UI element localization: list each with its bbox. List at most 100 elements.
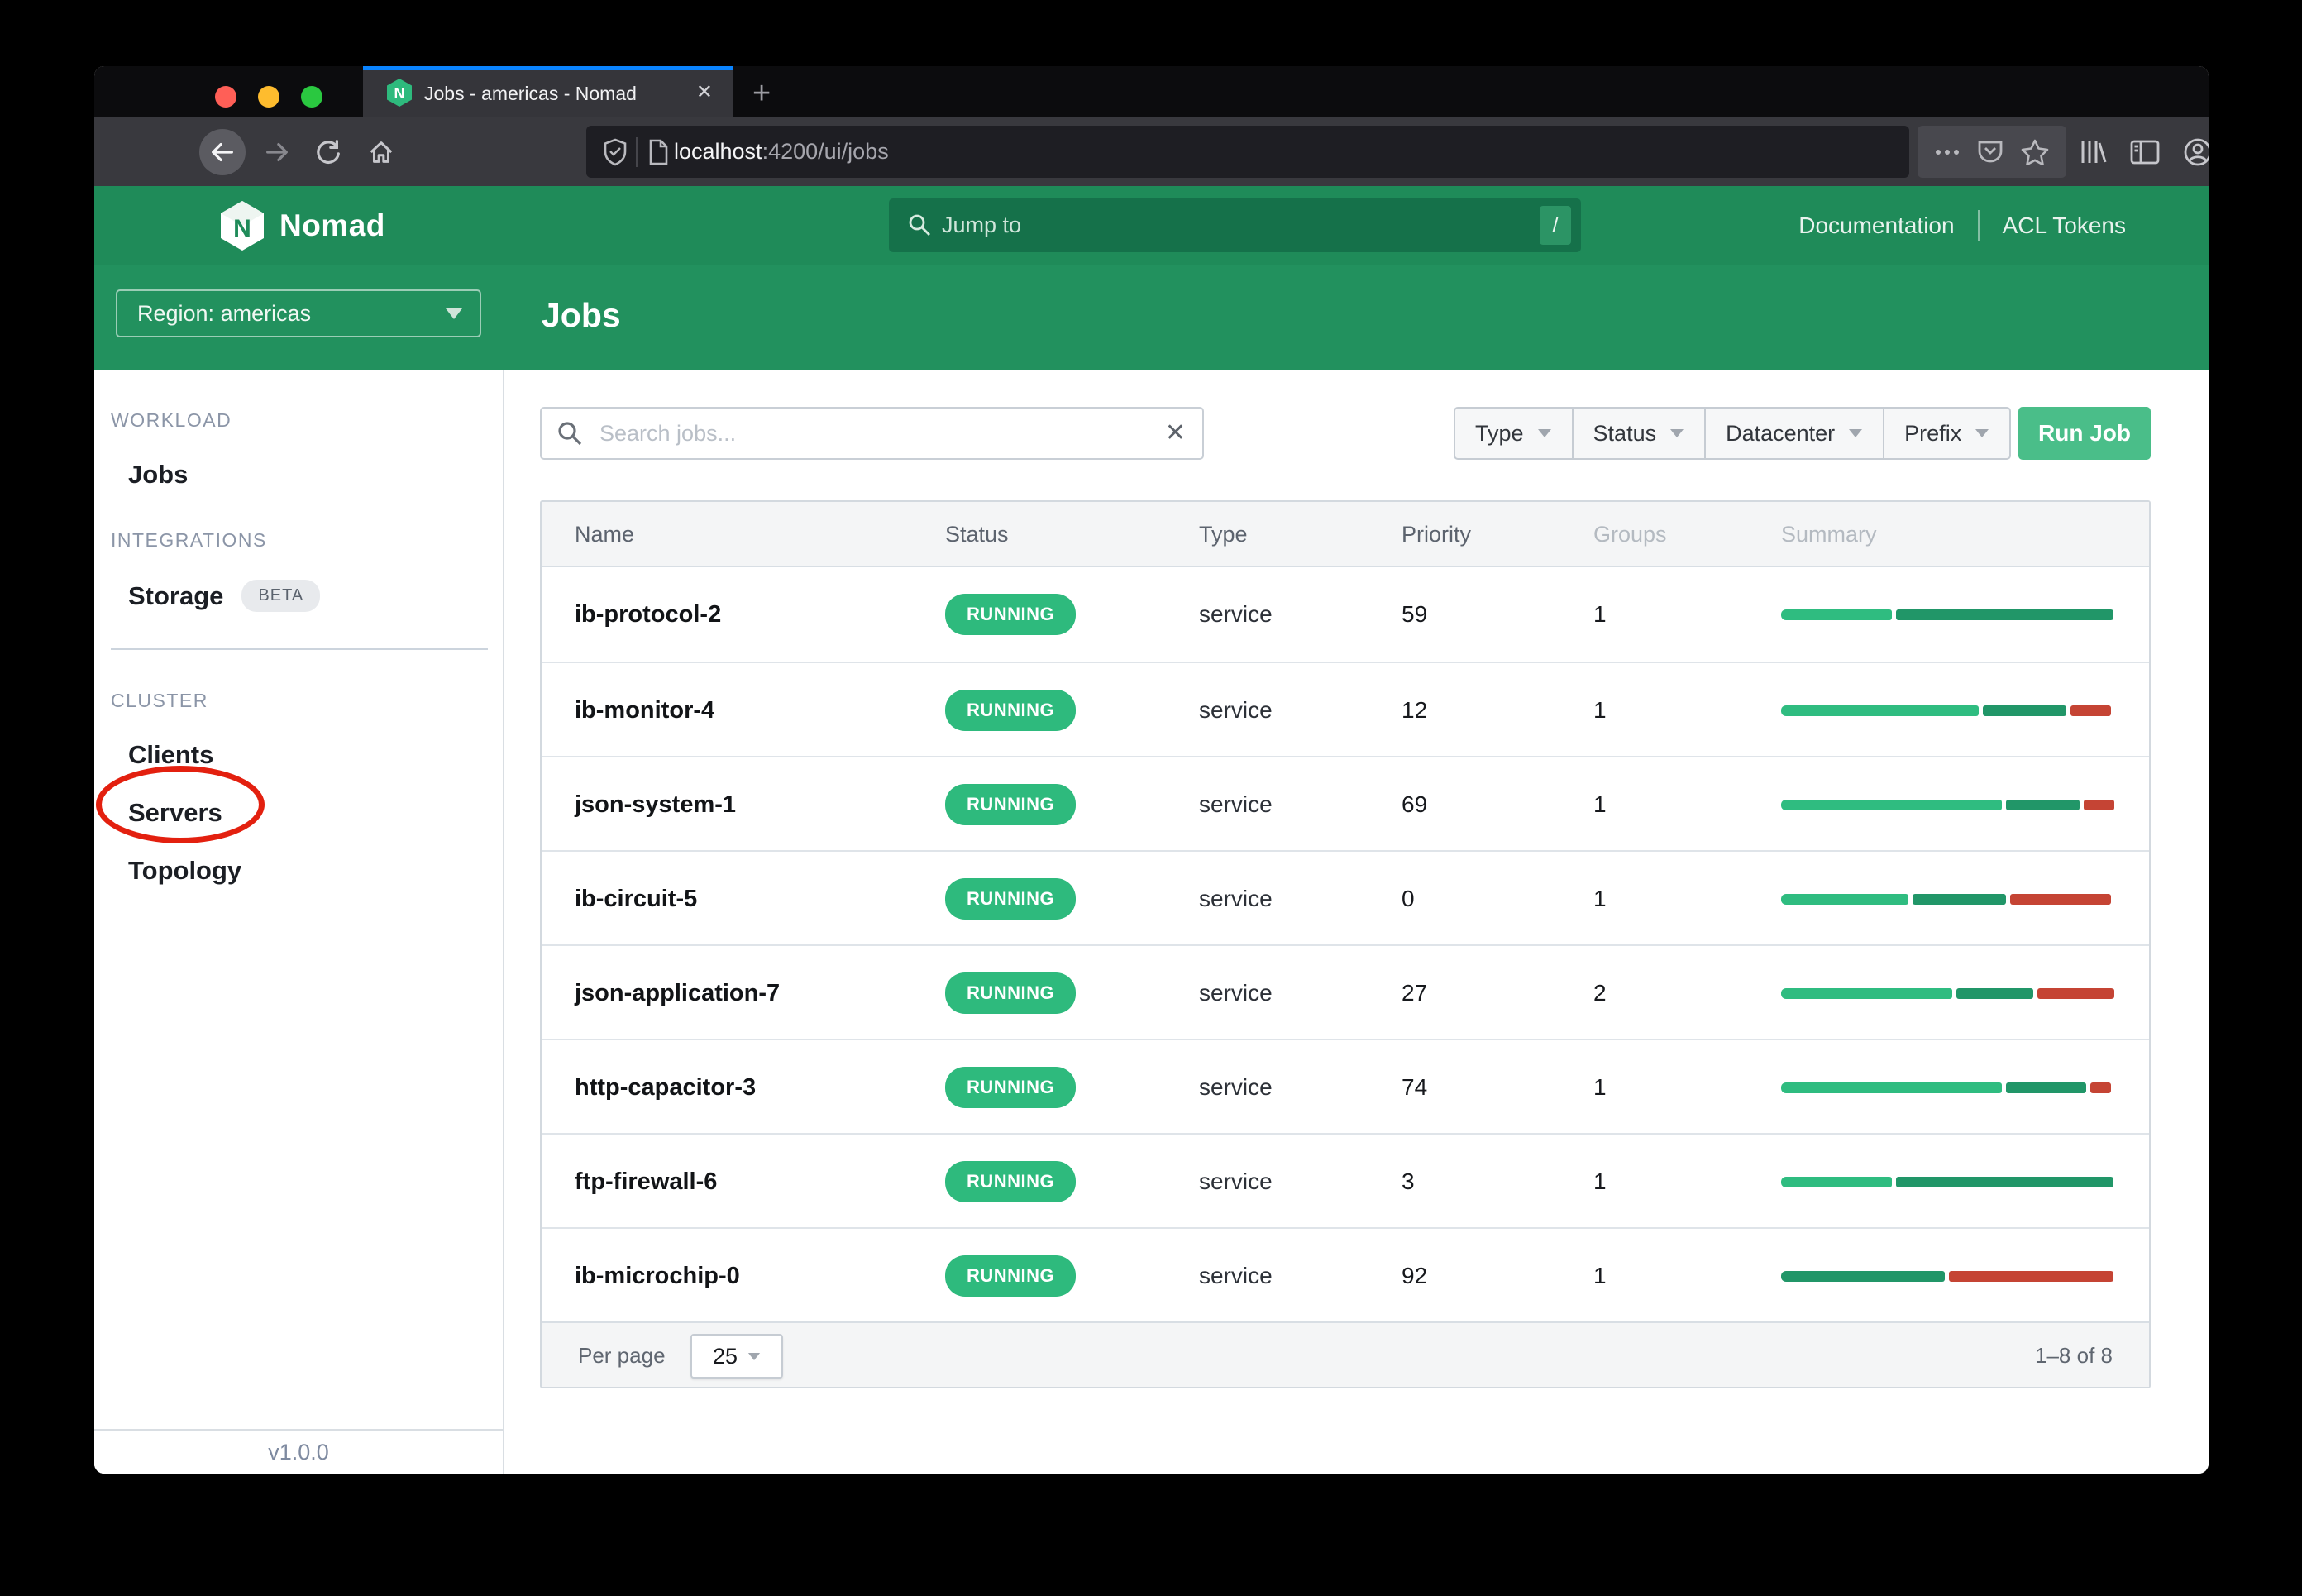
status-badge: RUNNING (945, 1161, 1076, 1202)
job-priority: 69 (1402, 757, 1427, 852)
sidebar-heading-integrations: INTEGRATIONS (111, 529, 503, 552)
job-priority: 12 (1402, 663, 1427, 757)
job-groups: 1 (1593, 852, 1607, 946)
filter-status[interactable]: Status (1574, 407, 1707, 460)
job-groups: 2 (1593, 946, 1607, 1040)
pagination-range: 1–8 of 8 (2035, 1323, 2113, 1388)
filter-type[interactable]: Type (1454, 407, 1574, 460)
job-name[interactable]: ib-microchip-0 (575, 1229, 740, 1323)
table-row[interactable]: ib-microchip-0 RUNNING service 92 1 (542, 1227, 2149, 1321)
chevron-down-icon (747, 1351, 761, 1362)
browser-window: N Jobs - americas - Nomad ✕ + (94, 66, 2209, 1474)
summary-bar (1781, 988, 2116, 999)
column-header-status[interactable]: Status (945, 502, 1009, 567)
header-links: Documentation ACL Tokens (1798, 186, 2126, 265)
filter-datacenter[interactable]: Datacenter (1706, 407, 1884, 460)
job-name[interactable]: http-capacitor-3 (575, 1040, 756, 1135)
browser-tab[interactable]: N Jobs - americas - Nomad ✕ (363, 66, 733, 117)
job-priority: 3 (1402, 1135, 1415, 1229)
table-header: Name Status Type Priority Groups Summary (542, 502, 2149, 567)
close-window-button[interactable] (215, 86, 236, 108)
table-row[interactable]: http-capacitor-3 RUNNING service 74 1 (542, 1039, 2149, 1133)
sidebar-toggle-icon[interactable] (2130, 139, 2160, 165)
job-name[interactable]: json-application-7 (575, 946, 780, 1040)
sidebar-item-clients[interactable]: Clients (128, 740, 503, 770)
sidebar-item-storage[interactable]: StorageBETA (128, 580, 503, 612)
status-badge: RUNNING (945, 972, 1076, 1014)
column-header-type[interactable]: Type (1199, 502, 1248, 567)
job-name[interactable]: ib-circuit-5 (575, 852, 697, 946)
job-type: service (1199, 663, 1273, 757)
nomad-brand[interactable]: N Nomad (218, 199, 385, 252)
job-priority: 74 (1402, 1040, 1427, 1135)
version-label: v1.0.0 (94, 1429, 503, 1474)
summary-bar (1781, 894, 2116, 905)
filter-prefix[interactable]: Prefix (1884, 407, 2011, 460)
per-page-select[interactable]: 25 (690, 1334, 783, 1379)
job-type: service (1199, 757, 1273, 852)
minimize-window-button[interactable] (258, 86, 279, 108)
brand-name: Nomad (279, 208, 385, 243)
tab-bar: N Jobs - americas - Nomad ✕ + (94, 66, 2209, 117)
zoom-window-button[interactable] (301, 86, 322, 108)
new-tab-button[interactable]: + (752, 76, 771, 112)
window-controls (215, 86, 322, 108)
tab-title: Jobs - americas - Nomad (424, 83, 637, 105)
sidebar-item-jobs[interactable]: Jobs (128, 460, 503, 490)
sidebar-divider (111, 648, 488, 650)
job-name[interactable]: json-system-1 (575, 757, 736, 852)
chevron-down-icon (1848, 428, 1863, 439)
filter-group: Type Status Datacenter Prefix (1454, 407, 2011, 460)
summary-bar (1781, 1177, 2116, 1187)
table-row[interactable]: ib-monitor-4 RUNNING service 12 1 (542, 662, 2149, 756)
sidebar-item-topology[interactable]: Topology (128, 856, 503, 886)
job-priority: 27 (1402, 946, 1427, 1040)
acl-tokens-link[interactable]: ACL Tokens (2003, 213, 2126, 239)
table-row[interactable]: ftp-firewall-6 RUNNING service 3 1 (542, 1133, 2149, 1227)
sidebar-item-servers[interactable]: Servers (128, 798, 503, 828)
summary-bar (1781, 800, 2116, 810)
nomad-logo-icon: N (218, 199, 266, 252)
run-job-button[interactable]: Run Job (2018, 407, 2151, 460)
account-icon[interactable] (2183, 137, 2209, 167)
active-tab-indicator (363, 66, 733, 70)
url-bar[interactable]: localhost:4200/ui/jobs (586, 126, 1909, 178)
svg-text:N: N (394, 85, 405, 102)
job-name[interactable]: ftp-firewall-6 (575, 1135, 717, 1229)
job-name[interactable]: ib-monitor-4 (575, 663, 714, 757)
header-links-divider (1978, 210, 1980, 241)
page-actions-icon[interactable] (1935, 148, 1960, 156)
column-header-name[interactable]: Name (575, 502, 634, 567)
summary-bar (1781, 1271, 2116, 1282)
table-row[interactable]: json-system-1 RUNNING service 69 1 (542, 756, 2149, 850)
column-header-priority[interactable]: Priority (1402, 502, 1471, 567)
library-icon[interactable] (2079, 138, 2107, 166)
tab-close-icon[interactable]: ✕ (696, 80, 713, 104)
search-jobs-input[interactable] (540, 407, 1204, 460)
home-button[interactable] (361, 117, 402, 186)
bookmark-star-icon[interactable] (2021, 139, 2049, 165)
screen: N Jobs - americas - Nomad ✕ + (0, 0, 2302, 1596)
forward-button[interactable] (256, 117, 298, 186)
status-badge: RUNNING (945, 594, 1076, 635)
jobs-search[interactable]: ✕ (540, 407, 1204, 460)
clear-search-icon[interactable]: ✕ (1165, 418, 1186, 447)
job-name[interactable]: ib-protocol-2 (575, 567, 721, 662)
jump-to-search[interactable]: / (889, 198, 1581, 252)
pocket-icon[interactable] (1977, 140, 2004, 165)
reload-button[interactable] (308, 117, 349, 186)
table-row[interactable]: ib-protocol-2 RUNNING service 59 1 (542, 567, 2149, 662)
table-footer: Per page 25 1–8 of 8 (542, 1321, 2149, 1387)
jobs-table: Name Status Type Priority Groups Summary… (540, 500, 2151, 1388)
back-button[interactable] (197, 117, 248, 186)
region-selector[interactable]: Region: americas (116, 289, 481, 337)
sidebar-heading-workload: WORKLOAD (111, 409, 503, 432)
documentation-link[interactable]: Documentation (1798, 213, 1954, 239)
chevron-down-icon (1975, 428, 1989, 439)
jump-to-input[interactable] (889, 198, 1581, 252)
table-row[interactable]: json-application-7 RUNNING service 27 2 (542, 944, 2149, 1039)
job-type: service (1199, 1040, 1273, 1135)
job-type: service (1199, 852, 1273, 946)
table-row[interactable]: ib-circuit-5 RUNNING service 0 1 (542, 850, 2149, 944)
status-badge: RUNNING (945, 1067, 1076, 1108)
